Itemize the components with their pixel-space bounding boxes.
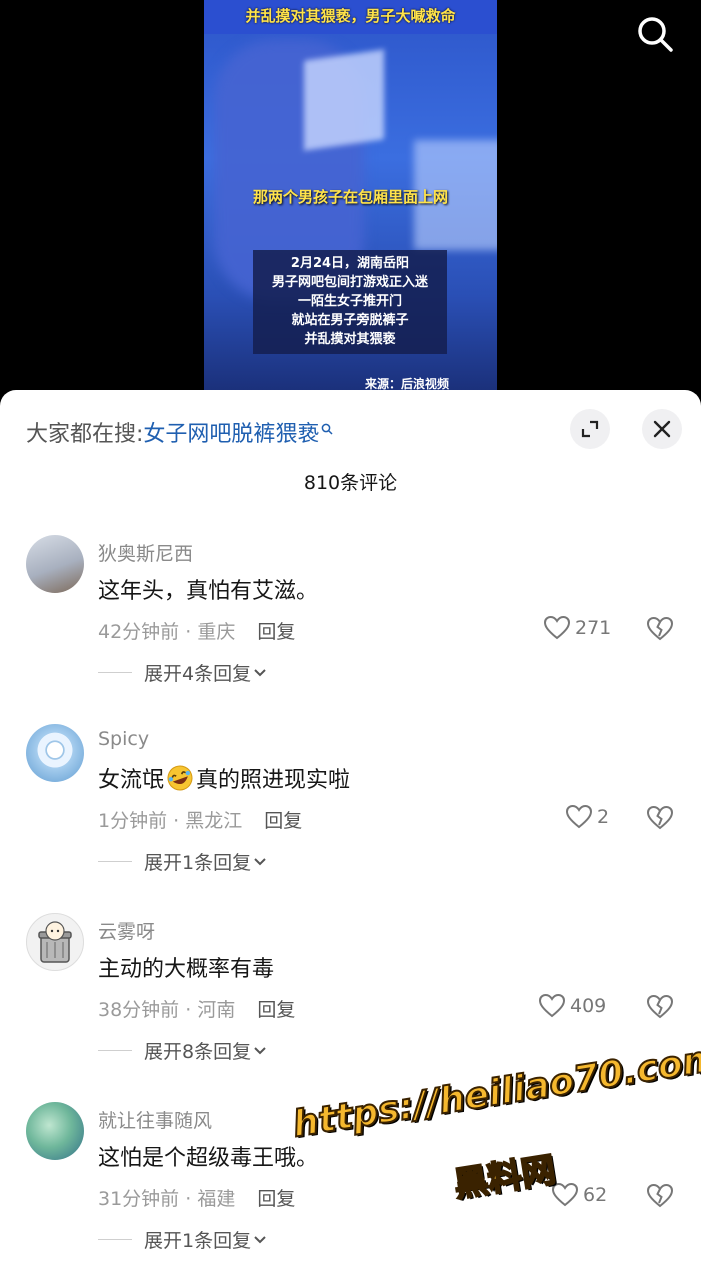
comment-username[interactable]: Spicy xyxy=(98,728,149,750)
hot-search-keyword[interactable]: 女子网吧脱裤猥亵 xyxy=(143,422,319,447)
hot-search-label: 大家都在搜: xyxy=(26,422,144,447)
comment-location: 黑龙江 xyxy=(185,810,243,832)
reply-button[interactable]: 回复 xyxy=(257,621,295,643)
divider xyxy=(98,1050,132,1051)
divider xyxy=(98,1239,132,1240)
comment-meta: 42分钟前 · 重庆 回复 xyxy=(98,617,295,644)
video-caption-top: 并乱摸对其猥亵，男子大喊救命 xyxy=(204,0,497,34)
reply-button[interactable]: 回复 xyxy=(257,999,295,1021)
expand-replies-label: 展开1条回复 xyxy=(144,1230,252,1252)
chevron-down-icon xyxy=(254,1046,266,1054)
broken-heart-icon[interactable] xyxy=(646,993,674,1021)
expand-replies-label: 展开4条回复 xyxy=(144,663,252,685)
reply-button[interactable]: 回复 xyxy=(257,1188,295,1210)
comment-meta: 31分钟前 · 福建 回复 xyxy=(98,1184,295,1211)
comment-meta: 38分钟前 · 河南 回复 xyxy=(98,995,295,1022)
broken-heart-icon[interactable] xyxy=(646,804,674,832)
search-icon xyxy=(322,423,333,435)
comment-username[interactable]: 狄奥斯尼西 xyxy=(98,539,193,566)
like-button[interactable]: 62 xyxy=(551,1180,607,1210)
broken-heart-icon[interactable] xyxy=(646,615,674,643)
meta-separator: · xyxy=(179,999,198,1021)
expand-replies-label: 展开1条回复 xyxy=(144,852,252,874)
comment-username[interactable]: 就让往事随风 xyxy=(98,1106,212,1133)
like-count: 62 xyxy=(583,1184,608,1206)
meta-separator: · xyxy=(167,810,186,832)
expand-replies-label: 展开8条回复 xyxy=(144,1041,252,1063)
video-caption-box: 2月24日，湖南岳阳 男子网吧包间打游戏正入迷 一陌生女子推开门 就站在男子旁脱… xyxy=(253,250,447,354)
video-frame[interactable]: 并乱摸对其猥亵，男子大喊救命 那两个男孩子在包厢里面上网 2月24日，湖南岳阳 … xyxy=(204,0,497,395)
like-count: 409 xyxy=(570,995,607,1017)
comment-location: 河南 xyxy=(197,999,236,1021)
comment-time: 31分钟前 xyxy=(98,1188,180,1210)
comment-meta: 1分钟前 · 黑龙江 回复 xyxy=(98,806,302,833)
comment-time: 1分钟前 xyxy=(98,810,168,832)
expand-replies[interactable]: 展开1条回复 xyxy=(98,1226,269,1253)
comment-location: 重庆 xyxy=(197,621,236,643)
close-icon xyxy=(653,420,671,438)
broken-heart-icon[interactable] xyxy=(646,1182,674,1210)
expand-replies[interactable]: 展开8条回复 xyxy=(98,1037,269,1064)
meta-separator: · xyxy=(179,621,198,643)
hot-search[interactable]: 大家都在搜:女子网吧脱裤猥亵 xyxy=(26,416,333,448)
reply-button[interactable]: 回复 xyxy=(264,810,302,832)
meta-separator: · xyxy=(179,1188,198,1210)
comment-text: 女流氓 真的照进现实啦 xyxy=(98,762,350,794)
comment-item: Spicy 女流氓 真的照进现实啦 1分钟前 · 黑龙江 回复 2 展开1条回复 xyxy=(0,724,701,894)
comment-text: 这怕是个超级毒王哦。 xyxy=(98,1146,319,1171)
comment-username[interactable]: 云雾呀 xyxy=(98,917,155,944)
heart-icon xyxy=(538,993,566,1018)
avatar[interactable] xyxy=(26,535,84,593)
close-button[interactable] xyxy=(642,409,682,449)
rofl-emoji xyxy=(167,765,193,791)
video-caption-mid: 那两个男孩子在包厢里面上网 xyxy=(252,188,448,206)
like-button[interactable]: 2 xyxy=(565,802,609,832)
heart-icon xyxy=(565,804,593,829)
chevron-down-icon xyxy=(254,857,266,865)
avatar[interactable] xyxy=(26,724,84,782)
expand-replies[interactable]: 展开1条回复 xyxy=(98,848,269,875)
comment-location: 福建 xyxy=(197,1188,236,1210)
heart-icon xyxy=(543,615,571,640)
video-monitor xyxy=(304,49,384,151)
divider xyxy=(98,672,132,673)
divider xyxy=(98,861,132,862)
like-button[interactable]: 271 xyxy=(543,613,611,643)
like-count: 271 xyxy=(575,617,612,639)
expand-icon xyxy=(581,420,599,438)
avatar[interactable] xyxy=(26,913,84,971)
video-player[interactable]: 并乱摸对其猥亵，男子大喊救命 那两个男孩子在包厢里面上网 2月24日，湖南岳阳 … xyxy=(0,0,701,400)
comment-text: 这年头，真怕有艾滋。 xyxy=(98,579,319,604)
expand-replies[interactable]: 展开4条回复 xyxy=(98,659,269,686)
comment-text: 主动的大概率有毒 xyxy=(98,957,275,982)
comment-item: 狄奥斯尼西 这年头，真怕有艾滋。 42分钟前 · 重庆 回复 271 展开4条回复 xyxy=(0,535,701,705)
trash-bin-character-icon xyxy=(38,921,72,963)
chevron-down-icon xyxy=(254,668,266,676)
like-count: 2 xyxy=(597,806,610,828)
like-button[interactable]: 409 xyxy=(538,991,606,1021)
comment-time: 38分钟前 xyxy=(98,999,180,1021)
avatar[interactable] xyxy=(26,1102,84,1160)
chevron-down-icon xyxy=(254,1235,266,1243)
comment-sheet: 大家都在搜:女子网吧脱裤猥亵 810条评论 狄奥斯尼西 这年头，真怕有艾滋。 4… xyxy=(0,390,701,1280)
expand-button[interactable] xyxy=(570,409,610,449)
comment-count: 810条评论 xyxy=(303,472,398,494)
search-icon[interactable] xyxy=(635,14,675,54)
comment-time: 42分钟前 xyxy=(98,621,180,643)
